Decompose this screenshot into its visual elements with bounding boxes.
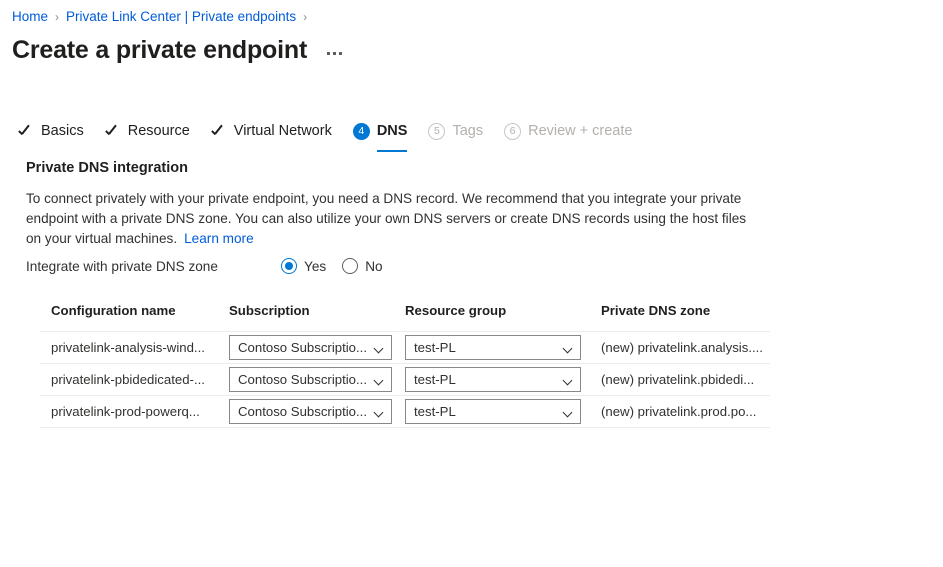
chevron-down-icon	[564, 375, 574, 385]
resource-group-dropdown[interactable]: test-PL	[405, 399, 581, 424]
resource-group-dropdown-value: test-PL	[414, 372, 456, 387]
subscription-dropdown[interactable]: Contoso Subscriptio...	[229, 335, 392, 360]
page-title-row: Create a private endpoint	[12, 34, 344, 66]
cell-configuration-name: privatelink-pbidedicated-...	[51, 372, 205, 387]
tab-review-create[interactable]: 6 Review + create	[504, 116, 632, 148]
table-header-row: Configuration name Subscription Resource…	[40, 303, 770, 332]
column-header-subscription: Subscription	[229, 303, 310, 318]
subscription-dropdown[interactable]: Contoso Subscriptio...	[229, 399, 392, 424]
table-row: privatelink-prod-powerq... Contoso Subsc…	[40, 396, 770, 428]
resource-group-dropdown[interactable]: test-PL	[405, 367, 581, 392]
radio-label: No	[365, 258, 383, 274]
column-header-configuration-name: Configuration name	[51, 303, 176, 318]
subscription-dropdown-value: Contoso Subscriptio...	[238, 340, 368, 355]
resource-group-dropdown-value: test-PL	[414, 340, 456, 355]
cell-configuration-name: privatelink-prod-powerq...	[51, 404, 200, 419]
radio-circle-icon	[342, 258, 359, 274]
check-icon	[18, 123, 34, 139]
tab-label: Tags	[452, 123, 484, 139]
chevron-down-icon	[564, 343, 574, 353]
section-heading: Private DNS integration	[26, 160, 188, 176]
active-tab-underline	[376, 149, 408, 152]
check-icon	[105, 123, 121, 139]
dns-configuration-table: Configuration name Subscription Resource…	[40, 303, 770, 428]
chevron-down-icon	[564, 407, 574, 417]
resource-group-dropdown[interactable]: test-PL	[405, 335, 581, 360]
breadcrumb-chevron-icon: ›	[55, 10, 60, 24]
subscription-dropdown-value: Contoso Subscriptio...	[238, 404, 368, 419]
check-icon	[211, 123, 227, 139]
column-header-private-dns-zone: Private DNS zone	[601, 303, 711, 318]
table-row: privatelink-analysis-wind... Contoso Sub…	[40, 332, 770, 364]
wizard-tabs: Basics Resource Virtual Network 4 DNS 5 …	[18, 116, 653, 152]
column-header-resource-group: Resource group	[405, 303, 507, 318]
chevron-down-icon	[375, 343, 385, 353]
radio-circle-icon	[281, 258, 297, 274]
tab-label: Resource	[127, 123, 190, 139]
learn-more-link[interactable]: Learn more	[184, 231, 254, 246]
cell-resource-group: test-PL	[397, 399, 587, 424]
page-title: Create a private endpoint	[12, 36, 308, 64]
resource-group-dropdown-value: test-PL	[414, 404, 456, 419]
section-description-text: To connect privately with your private e…	[26, 191, 747, 246]
ellipsis-dot	[333, 52, 337, 55]
cell-private-dns-zone: (new) privatelink.pbidedi...	[601, 372, 755, 387]
cell-subscription: Contoso Subscriptio...	[221, 367, 397, 392]
cell-subscription: Contoso Subscriptio...	[221, 335, 397, 360]
cell-resource-group: test-PL	[397, 335, 587, 360]
integrate-private-dns-zone-field: Integrate with private DNS zone Yes No	[26, 258, 446, 274]
tab-label: Virtual Network	[233, 123, 332, 139]
subscription-dropdown[interactable]: Contoso Subscriptio...	[229, 367, 392, 392]
tab-dns[interactable]: 4 DNS	[352, 116, 408, 152]
radio-option-no[interactable]: No	[342, 258, 383, 274]
radio-option-yes[interactable]: Yes	[281, 258, 326, 274]
radio-label: Yes	[304, 258, 327, 274]
cell-private-dns-zone: (new) privatelink.analysis....	[601, 340, 763, 355]
section-description: To connect privately with your private e…	[26, 189, 758, 249]
more-options-icon[interactable]	[325, 50, 344, 57]
tab-resource[interactable]: Resource	[105, 116, 190, 148]
tab-label: Basics	[41, 123, 84, 139]
table-row: privatelink-pbidedicated-... Contoso Sub…	[40, 364, 770, 396]
tab-virtual-network[interactable]: Virtual Network	[211, 116, 332, 148]
step-number-badge: 6	[504, 122, 522, 140]
breadcrumb-chevron-icon: ›	[303, 10, 308, 24]
tab-label: Review + create	[528, 123, 633, 139]
cell-configuration-name: privatelink-analysis-wind...	[51, 340, 205, 355]
subscription-dropdown-value: Contoso Subscriptio...	[238, 372, 368, 387]
breadcrumb-item-private-link-center[interactable]: Private Link Center | Private endpoints	[66, 8, 296, 26]
tab-basics[interactable]: Basics	[18, 116, 84, 148]
cell-subscription: Contoso Subscriptio...	[221, 399, 397, 424]
breadcrumb: Home › Private Link Center | Private end…	[12, 8, 314, 26]
chevron-down-icon	[375, 407, 385, 417]
chevron-down-icon	[375, 375, 385, 385]
cell-resource-group: test-PL	[397, 367, 587, 392]
integrate-private-dns-zone-label: Integrate with private DNS zone	[26, 258, 218, 274]
tab-label: DNS	[376, 123, 408, 139]
step-number-badge: 5	[428, 122, 446, 140]
step-number-badge: 4	[352, 122, 370, 140]
breadcrumb-item-home[interactable]: Home	[12, 8, 48, 26]
cell-private-dns-zone: (new) privatelink.prod.po...	[601, 404, 757, 419]
ellipsis-dot	[327, 52, 331, 55]
ellipsis-dot	[339, 52, 343, 55]
tab-tags[interactable]: 5 Tags	[428, 116, 483, 148]
